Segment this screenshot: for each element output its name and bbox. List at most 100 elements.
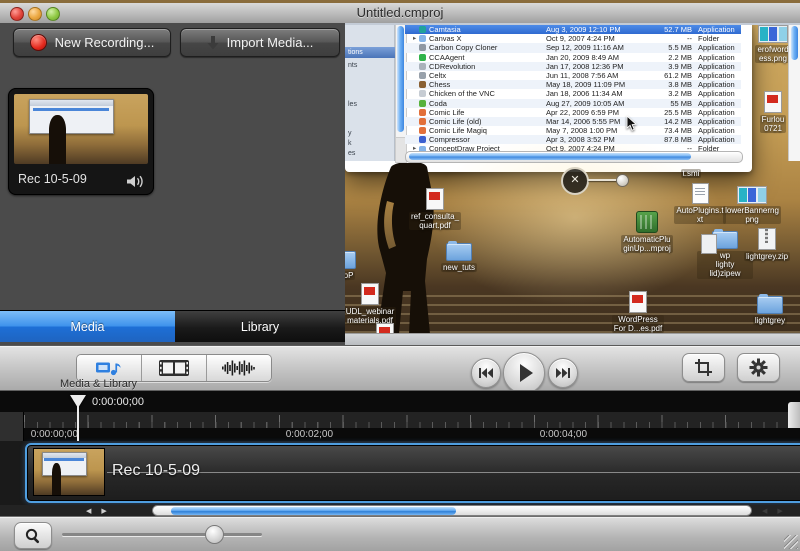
file-name: Camtasia <box>429 25 546 34</box>
timeline-clip[interactable]: Rec 10-5-09 <box>25 443 800 503</box>
file-size: 25.5 MB <box>642 108 696 117</box>
finder-row: Comic Life (old)Mar 14, 2006 5:55 PM14.2… <box>405 117 741 126</box>
file-date: Aug 3, 2009 12:10 PM <box>546 25 642 34</box>
tab-library[interactable]: Library <box>175 310 345 342</box>
app-icon <box>419 44 426 51</box>
finder-row: CeltxJun 11, 2008 7:56 AM61.2 MBApplicat… <box>405 71 741 80</box>
video-track-icon <box>159 360 189 376</box>
scrollbar-thumb <box>397 26 404 132</box>
file-kind: Application <box>696 80 741 89</box>
scroll-arrows-left[interactable]: ◀ ▶ <box>78 505 115 516</box>
import-media-button[interactable]: Import Media... <box>180 28 340 57</box>
file-size: 5.5 MB <box>642 43 696 52</box>
folder-icon <box>446 243 472 261</box>
timeline-zoom-knob[interactable] <box>205 525 224 544</box>
image-file-icon <box>758 25 788 43</box>
desktop-icon-label: lowerBannerng png <box>723 206 781 224</box>
overlay-slider-knob[interactable] <box>616 174 629 187</box>
scrollbar-thumb <box>791 26 798 60</box>
clip-audio-line <box>107 472 800 473</box>
desktop-icon-label: Furlou 0721 <box>760 115 787 133</box>
window-title: Untitled.cmproj <box>0 3 800 23</box>
import-media-label: Import Media... <box>227 35 314 50</box>
resize-grip-icon[interactable] <box>784 535 798 549</box>
zoom-tool-button[interactable] <box>14 522 52 549</box>
file-kind: Application <box>696 71 741 80</box>
clip-name: Rec 10-5-09 <box>112 462 200 480</box>
finder-row: Comic LifeApr 22, 2009 6:59 PM25.5 MBApp… <box>405 108 741 117</box>
pdf-icon <box>426 188 444 210</box>
go-to-end-button[interactable] <box>548 358 578 388</box>
desktop-icon-label: lightgrey.zip <box>744 252 790 261</box>
desktop-icon: WordPress For D...es.pdf <box>610 291 666 333</box>
settings-button[interactable] <box>737 353 780 382</box>
overlay-close-icon[interactable]: ✕ <box>561 167 589 195</box>
image-file-icon <box>737 186 767 204</box>
file-kind: Application <box>696 135 741 144</box>
file-date: Apr 3, 2008 3:52 PM <box>546 135 642 144</box>
view-switcher-label: Media & Library <box>60 378 240 390</box>
file-date: Jan 20, 2009 8:49 AM <box>546 53 642 62</box>
playhead-line[interactable] <box>77 406 79 441</box>
scroll-arrows-right[interactable]: ◀ ▶ <box>754 505 791 516</box>
scroll-right-icon[interactable]: ▶ <box>101 507 106 515</box>
desktop-icon-label: t.smi <box>681 169 702 178</box>
finder-horizontal-scrollbar <box>405 151 743 163</box>
titlebar[interactable]: Untitled.cmproj <box>0 3 800 24</box>
audio-track-icon <box>222 360 256 376</box>
finder-file-list: CamtasiaAug 3, 2009 12:10 PM52.7 MBAppli… <box>405 25 741 151</box>
play-button[interactable] <box>503 352 545 394</box>
finder-row: ▸Canvas XOct 9, 2007 4:24 PM--Folder <box>405 34 741 43</box>
file-name: CCAAgent <box>429 53 546 62</box>
crop-button[interactable] <box>682 353 725 382</box>
app-icon <box>419 54 426 61</box>
tab-media[interactable]: Media <box>0 310 175 342</box>
media-item[interactable]: Rec 10-5-09 <box>8 88 154 195</box>
timeline-ruler[interactable] <box>24 412 800 428</box>
file-kind: Application <box>696 43 741 52</box>
file-size: 2.2 MB <box>642 53 696 62</box>
desktop-icon: AutomaticPlu ginUp...mproj <box>619 211 675 253</box>
file-date: Jan 18, 2006 11:34 AM <box>546 89 642 98</box>
canvas-preview[interactable]: t.smi ref_consulta_ quart.pdf new_tuts o… <box>345 23 800 345</box>
project-file-icon <box>636 211 658 233</box>
speaker-icon[interactable] <box>127 175 145 188</box>
app-icon <box>419 127 426 134</box>
finder-sidebar: tions nts les y k es <box>345 25 395 161</box>
app-icon <box>419 109 426 116</box>
scroll-left-icon[interactable]: ◀ <box>86 507 91 515</box>
file-date: Oct 9, 2007 4:24 PM <box>546 34 642 43</box>
timeline-scrollbar-row: ◀ ▶ ◀ ▶ <box>0 505 800 516</box>
file-name: Compressor <box>429 135 546 144</box>
zip-file-icon <box>758 228 776 250</box>
ruler-label: 0:00:04;00 <box>535 428 587 441</box>
scroll-left-icon[interactable]: ◀ <box>762 507 767 515</box>
desktop-icon-label: WordPress For D...es.pdf <box>612 315 664 333</box>
finder-row: Comic Life MagiqMay 7, 2008 1:00 PM73.4 … <box>405 126 741 135</box>
magnifier-icon <box>25 528 41 544</box>
app-icon <box>419 118 426 125</box>
folder-icon <box>345 251 356 269</box>
pdf-icon <box>629 291 647 313</box>
desktop-icon: AutoPlugins.t xt <box>672 183 728 224</box>
scroll-right-icon[interactable]: ▶ <box>777 507 782 515</box>
file-name: Carbon Copy Cloner <box>429 43 546 52</box>
go-to-start-button[interactable] <box>471 358 501 388</box>
file-name: Comic Life <box>429 108 546 117</box>
file-size: 14.2 MB <box>642 117 696 126</box>
bottom-bar <box>0 516 800 551</box>
desktop-icon-label: ref_consulta_ quart.pdf <box>409 212 461 230</box>
file-kind: Folder <box>696 34 741 43</box>
file-size: 61.2 MB <box>642 71 696 80</box>
fast-forward-icon <box>556 368 570 378</box>
timeline-scrollbar-thumb[interactable] <box>171 507 456 515</box>
overlay-slider-track <box>588 179 618 181</box>
clip-thumbnail <box>33 448 105 496</box>
desktop-icon-label: ompP <box>345 271 355 280</box>
media-thumbnail <box>14 94 148 164</box>
new-recording-button[interactable]: New Recording... <box>13 28 171 57</box>
desktop-icon: new_tuts <box>431 243 487 272</box>
timeline-zoom-slider[interactable] <box>62 533 262 536</box>
timeline-scrollbar[interactable] <box>152 505 752 516</box>
tab-media-label: Media <box>70 320 104 334</box>
